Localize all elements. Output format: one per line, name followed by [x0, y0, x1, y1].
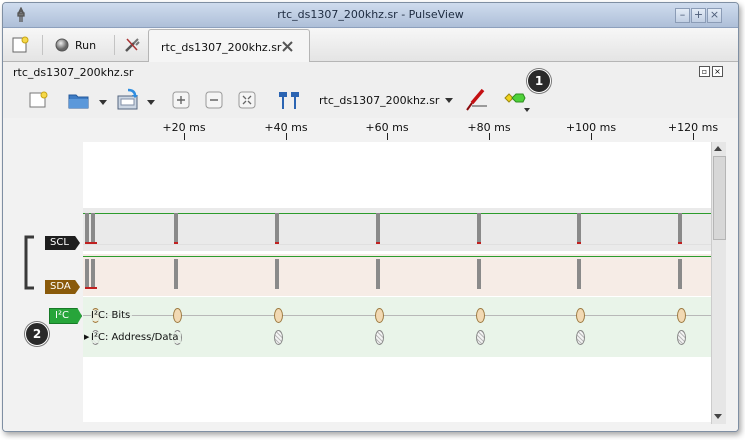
title-bar: rtc_ds1307_200khz.sr - PulseView – + ×: [3, 3, 738, 28]
zoom-fit-icon[interactable]: [237, 88, 257, 112]
close-view-button[interactable]: ×: [712, 66, 723, 77]
signal-label-scl[interactable]: SCL: [45, 236, 80, 250]
signal-label-i2c-decoder[interactable]: I²C: [49, 308, 82, 324]
bit-annotation[interactable]: [476, 308, 485, 323]
decoder-dropdown-arrow[interactable]: [524, 108, 530, 112]
main-tab-bar: Run rtc_ds1307_200khz.sr: [3, 28, 738, 62]
ruler-label: +80 ms: [467, 121, 511, 134]
vertical-scrollbar[interactable]: [711, 142, 726, 424]
settings-icon: [125, 38, 140, 52]
tab-session[interactable]: rtc_ds1307_200khz.sr: [148, 29, 310, 62]
decoder-row-address-data-label: I²C: Address/Data: [91, 332, 181, 343]
session-label: rtc_ds1307_200khz.sr: [13, 66, 134, 79]
float-view-button[interactable]: ▫: [699, 66, 710, 77]
new-session-button[interactable]: [11, 34, 29, 56]
minimize-button[interactable]: –: [675, 8, 690, 23]
callout-badge-2: 2: [25, 322, 49, 346]
data-annotation[interactable]: [677, 330, 686, 345]
session-header: rtc_ds1307_200khz.sr ▫ ×: [3, 62, 738, 82]
settings-button[interactable]: [123, 34, 141, 56]
tab-session-label: rtc_ds1307_200khz.sr: [161, 41, 282, 54]
scroll-down-arrow[interactable]: [714, 414, 722, 419]
close-window-button[interactable]: ×: [707, 8, 722, 23]
cursors-icon[interactable]: [276, 88, 302, 112]
open-dropdown-arrow[interactable]: [99, 100, 107, 105]
trace-view: +20 ms +40 ms +60 ms +80 ms +100 ms +120…: [3, 118, 738, 431]
save-icon[interactable]: [115, 88, 141, 112]
run-label: Run: [75, 38, 97, 52]
maximize-button[interactable]: +: [691, 8, 706, 23]
stop-circle-icon: [55, 38, 69, 52]
scrollbar-thumb[interactable]: [713, 156, 726, 240]
bit-annotation[interactable]: [375, 308, 384, 323]
save-dropdown-arrow[interactable]: [147, 100, 155, 105]
new-view-icon[interactable]: [27, 88, 49, 112]
zoom-in-icon[interactable]: [171, 88, 191, 112]
ruler-label: +20 ms: [162, 121, 206, 134]
session-toolbar: rtc_ds1307_200khz.sr 1: [3, 69, 738, 118]
open-icon[interactable]: [67, 88, 91, 112]
ruler-label: +120 ms: [667, 121, 719, 134]
new-icon: [12, 36, 29, 53]
expand-arrow-icon[interactable]: ▶: [84, 333, 89, 341]
zoom-out-icon[interactable]: [204, 88, 224, 112]
data-annotation[interactable]: [375, 330, 384, 345]
time-ruler: +20 ms +40 ms +60 ms +80 ms +100 ms +120…: [83, 118, 723, 142]
i2c-decoder-trace: [83, 297, 711, 357]
close-icon[interactable]: [282, 41, 293, 52]
main-window: rtc_ds1307_200khz.sr - PulseView – + × R…: [2, 2, 739, 432]
device-selector[interactable]: rtc_ds1307_200khz.sr: [319, 94, 439, 107]
bit-annotation[interactable]: [677, 308, 686, 323]
bit-annotation[interactable]: [173, 308, 182, 323]
ruler-label: +100 ms: [565, 121, 617, 134]
signal-label-sda[interactable]: SDA: [45, 280, 80, 294]
ruler-label: +40 ms: [264, 121, 308, 134]
signal-group-bracket: [24, 235, 34, 290]
window-title: rtc_ds1307_200khz.sr - PulseView: [277, 8, 464, 21]
callout-badge-1: 1: [527, 69, 551, 93]
data-annotation[interactable]: [274, 330, 283, 345]
scroll-up-arrow[interactable]: [714, 146, 722, 151]
decoder-row-bits-label: I²C: Bits: [91, 310, 133, 321]
bit-annotation[interactable]: [576, 308, 585, 323]
bit-annotation[interactable]: [274, 308, 283, 323]
run-button[interactable]: Run: [55, 34, 96, 56]
ruler-label: +60 ms: [365, 121, 409, 134]
device-dropdown-arrow[interactable]: [445, 98, 453, 103]
data-annotation[interactable]: [476, 330, 485, 345]
trace-canvas[interactable]: I²C: Bits ▶ I²C: Address/Data: [83, 142, 711, 422]
data-annotation[interactable]: [576, 330, 585, 345]
probe-icon[interactable]: [463, 88, 489, 112]
